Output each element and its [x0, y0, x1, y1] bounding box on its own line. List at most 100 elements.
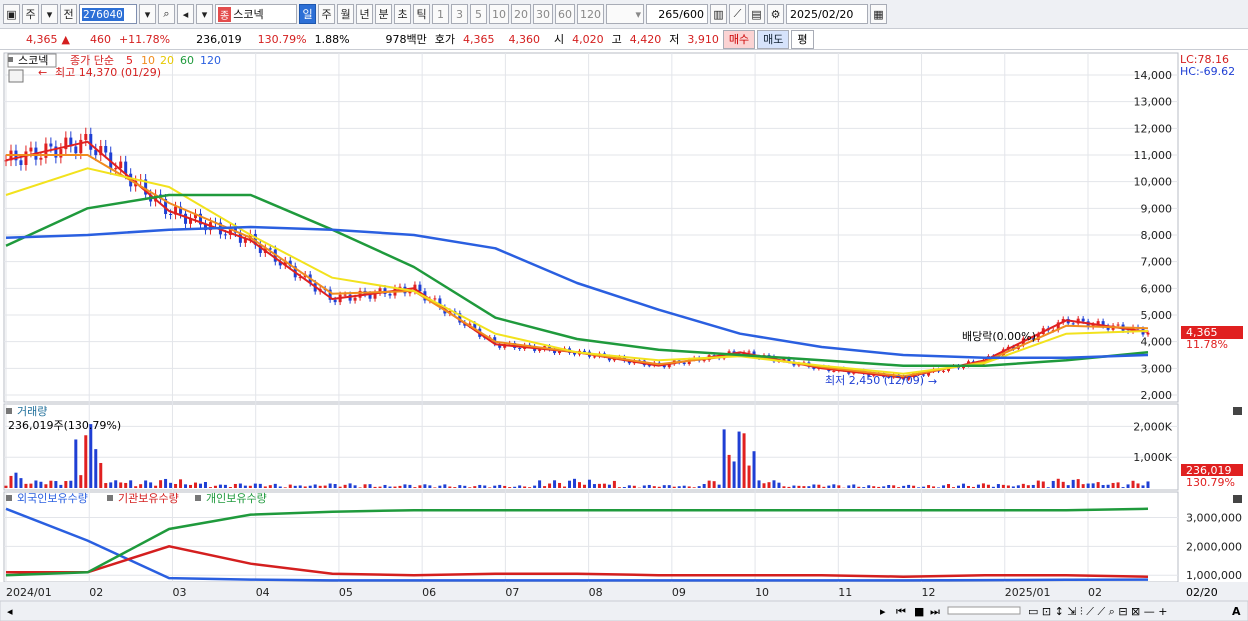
candle-body: [1071, 323, 1075, 325]
forward-icon[interactable]: ⏭: [930, 605, 940, 618]
volume-bar: [1051, 480, 1055, 488]
sell-button[interactable]: 매도: [757, 29, 790, 49]
min-10[interactable]: 10: [489, 4, 509, 24]
speaker-dropdown-icon[interactable]: ▾: [196, 4, 213, 24]
buy-button[interactable]: 매수: [722, 29, 756, 49]
stop-icon[interactable]: ■: [914, 605, 924, 618]
volume-bar: [498, 484, 502, 488]
tab-weekly[interactable]: 주: [318, 4, 335, 24]
retail-legend: 개인보유수량: [206, 492, 267, 505]
tab-month[interactable]: 월: [337, 4, 354, 24]
candle-body: [39, 157, 43, 160]
volume-bar: [443, 484, 447, 488]
speaker-icon[interactable]: ◂: [177, 4, 194, 24]
volume-bar: [872, 486, 876, 488]
eval-button[interactable]: 평: [791, 29, 814, 49]
scroll-left-icon[interactable]: ◂: [7, 605, 13, 618]
min-3[interactable]: 3: [451, 4, 468, 24]
font-size-icon[interactable]: A: [1232, 605, 1241, 618]
scroll-right-icon[interactable]: ▸: [880, 605, 886, 618]
volume-bar: [932, 486, 936, 488]
max-price-arrow-icon: ←: [38, 66, 47, 79]
volume-bar: [203, 481, 207, 488]
volume-bar: [313, 484, 317, 488]
volume-bar: [154, 485, 158, 488]
volume-bar: [378, 486, 382, 488]
min-120[interactable]: 120: [577, 4, 604, 24]
volume-bar: [19, 478, 23, 488]
volume-bar: [647, 484, 651, 488]
min-5[interactable]: 5: [470, 4, 487, 24]
volume-bar: [59, 484, 63, 488]
volume-bar: [662, 485, 666, 488]
volume-close-icon[interactable]: [1233, 407, 1242, 415]
custom-interval-input[interactable]: ▾: [606, 4, 644, 24]
min-30[interactable]: 30: [533, 4, 553, 24]
volume-bar: [483, 485, 487, 488]
volume-bar: [1041, 481, 1045, 488]
x-axis-label: 09: [672, 586, 686, 599]
ma60-label: 60: [180, 54, 194, 67]
volume-bar: [4, 485, 8, 488]
panel-settings-icon[interactable]: [8, 69, 24, 83]
volume-bar: [413, 487, 417, 488]
volume-bar: [333, 483, 337, 488]
candle-body: [582, 350, 586, 352]
stock-code-input[interactable]: 276040: [79, 4, 137, 24]
volume-bar: [208, 487, 212, 488]
candle-body: [702, 360, 706, 362]
x-axis-right-label: 02/20: [1186, 586, 1218, 599]
min-60[interactable]: 60: [555, 4, 575, 24]
count-field[interactable]: 265 /600: [646, 4, 708, 24]
volume-bar: [657, 486, 661, 488]
tool-icons[interactable]: ▭ ⊡ ↕ ⇲ ⫶ ⟋ ⟋ ⌕ ⊟ ⊠ — +: [1028, 605, 1167, 618]
volume-bar: [418, 485, 422, 488]
min-20[interactable]: 20: [511, 4, 531, 24]
volume-bar: [568, 480, 572, 488]
volume-bar: [887, 485, 891, 488]
tab-minute[interactable]: 분: [375, 4, 392, 24]
price-y-tick: 12,000: [1134, 122, 1173, 135]
volume-bar: [233, 483, 237, 488]
stock-name-field[interactable]: 종 스코넥: [215, 4, 297, 24]
volume-bar: [513, 486, 517, 488]
min-price-note: 최저 2,450 (12/09): [825, 374, 924, 387]
volume-bar: [548, 483, 552, 488]
holding-y-axis: 3,000,000 2,000,000 1,000,000: [1186, 511, 1242, 582]
inst-legend: 기관보유수량: [118, 492, 179, 505]
volume-bar: [134, 486, 138, 488]
code-dropdown-icon[interactable]: ▾: [139, 4, 156, 24]
date-input[interactable]: 2025/02/20: [786, 4, 868, 24]
search-icon[interactable]: ⌕: [158, 4, 175, 24]
window-icon[interactable]: ▣: [3, 4, 20, 24]
chart-toolbar: ▣ 주 ▾ 전 276040 ▾ ⌕ ◂ ▾ 종 스코넥 일 주 월 년 분 초…: [0, 0, 1248, 29]
tab-tick[interactable]: 틱: [413, 4, 430, 24]
volume-bar: [283, 487, 287, 488]
line-tool-icon[interactable]: ⟋: [729, 4, 746, 24]
volume-bar: [966, 485, 970, 488]
volume-bar: [592, 484, 596, 488]
count-value: 265: [658, 7, 680, 21]
zoom-slider[interactable]: [947, 606, 1021, 615]
save-icon[interactable]: ▤: [748, 4, 765, 24]
calendar-icon[interactable]: ▦: [870, 4, 887, 24]
open-price: 4,020: [572, 32, 604, 46]
holding-close-icon[interactable]: [1233, 495, 1242, 503]
rewind-icon[interactable]: ⏮: [896, 605, 906, 618]
candle-icon[interactable]: ▥: [710, 4, 727, 24]
volume-bar: [458, 485, 462, 488]
chart-area[interactable]: 14,000 13,000 12,000 11,000 10,000 9,000 8,000…: [0, 51, 1248, 621]
tab-year[interactable]: 년: [356, 4, 373, 24]
volume-bar: [917, 487, 921, 488]
tab-week[interactable]: 주: [22, 4, 39, 24]
tab-second[interactable]: 초: [394, 4, 411, 24]
dropdown-icon[interactable]: ▾: [41, 4, 58, 24]
volume-bar: [867, 485, 871, 488]
volume-bar: [862, 487, 866, 488]
chart-svg: 14,000 13,000 12,000 11,000 10,000 9,000 8,000…: [0, 52, 1248, 621]
gear-icon[interactable]: ⚙: [767, 4, 784, 24]
tab-all[interactable]: 전: [60, 4, 77, 24]
volume-bar: [84, 435, 88, 488]
tab-day[interactable]: 일: [299, 4, 316, 24]
min-1[interactable]: 1: [432, 4, 449, 24]
